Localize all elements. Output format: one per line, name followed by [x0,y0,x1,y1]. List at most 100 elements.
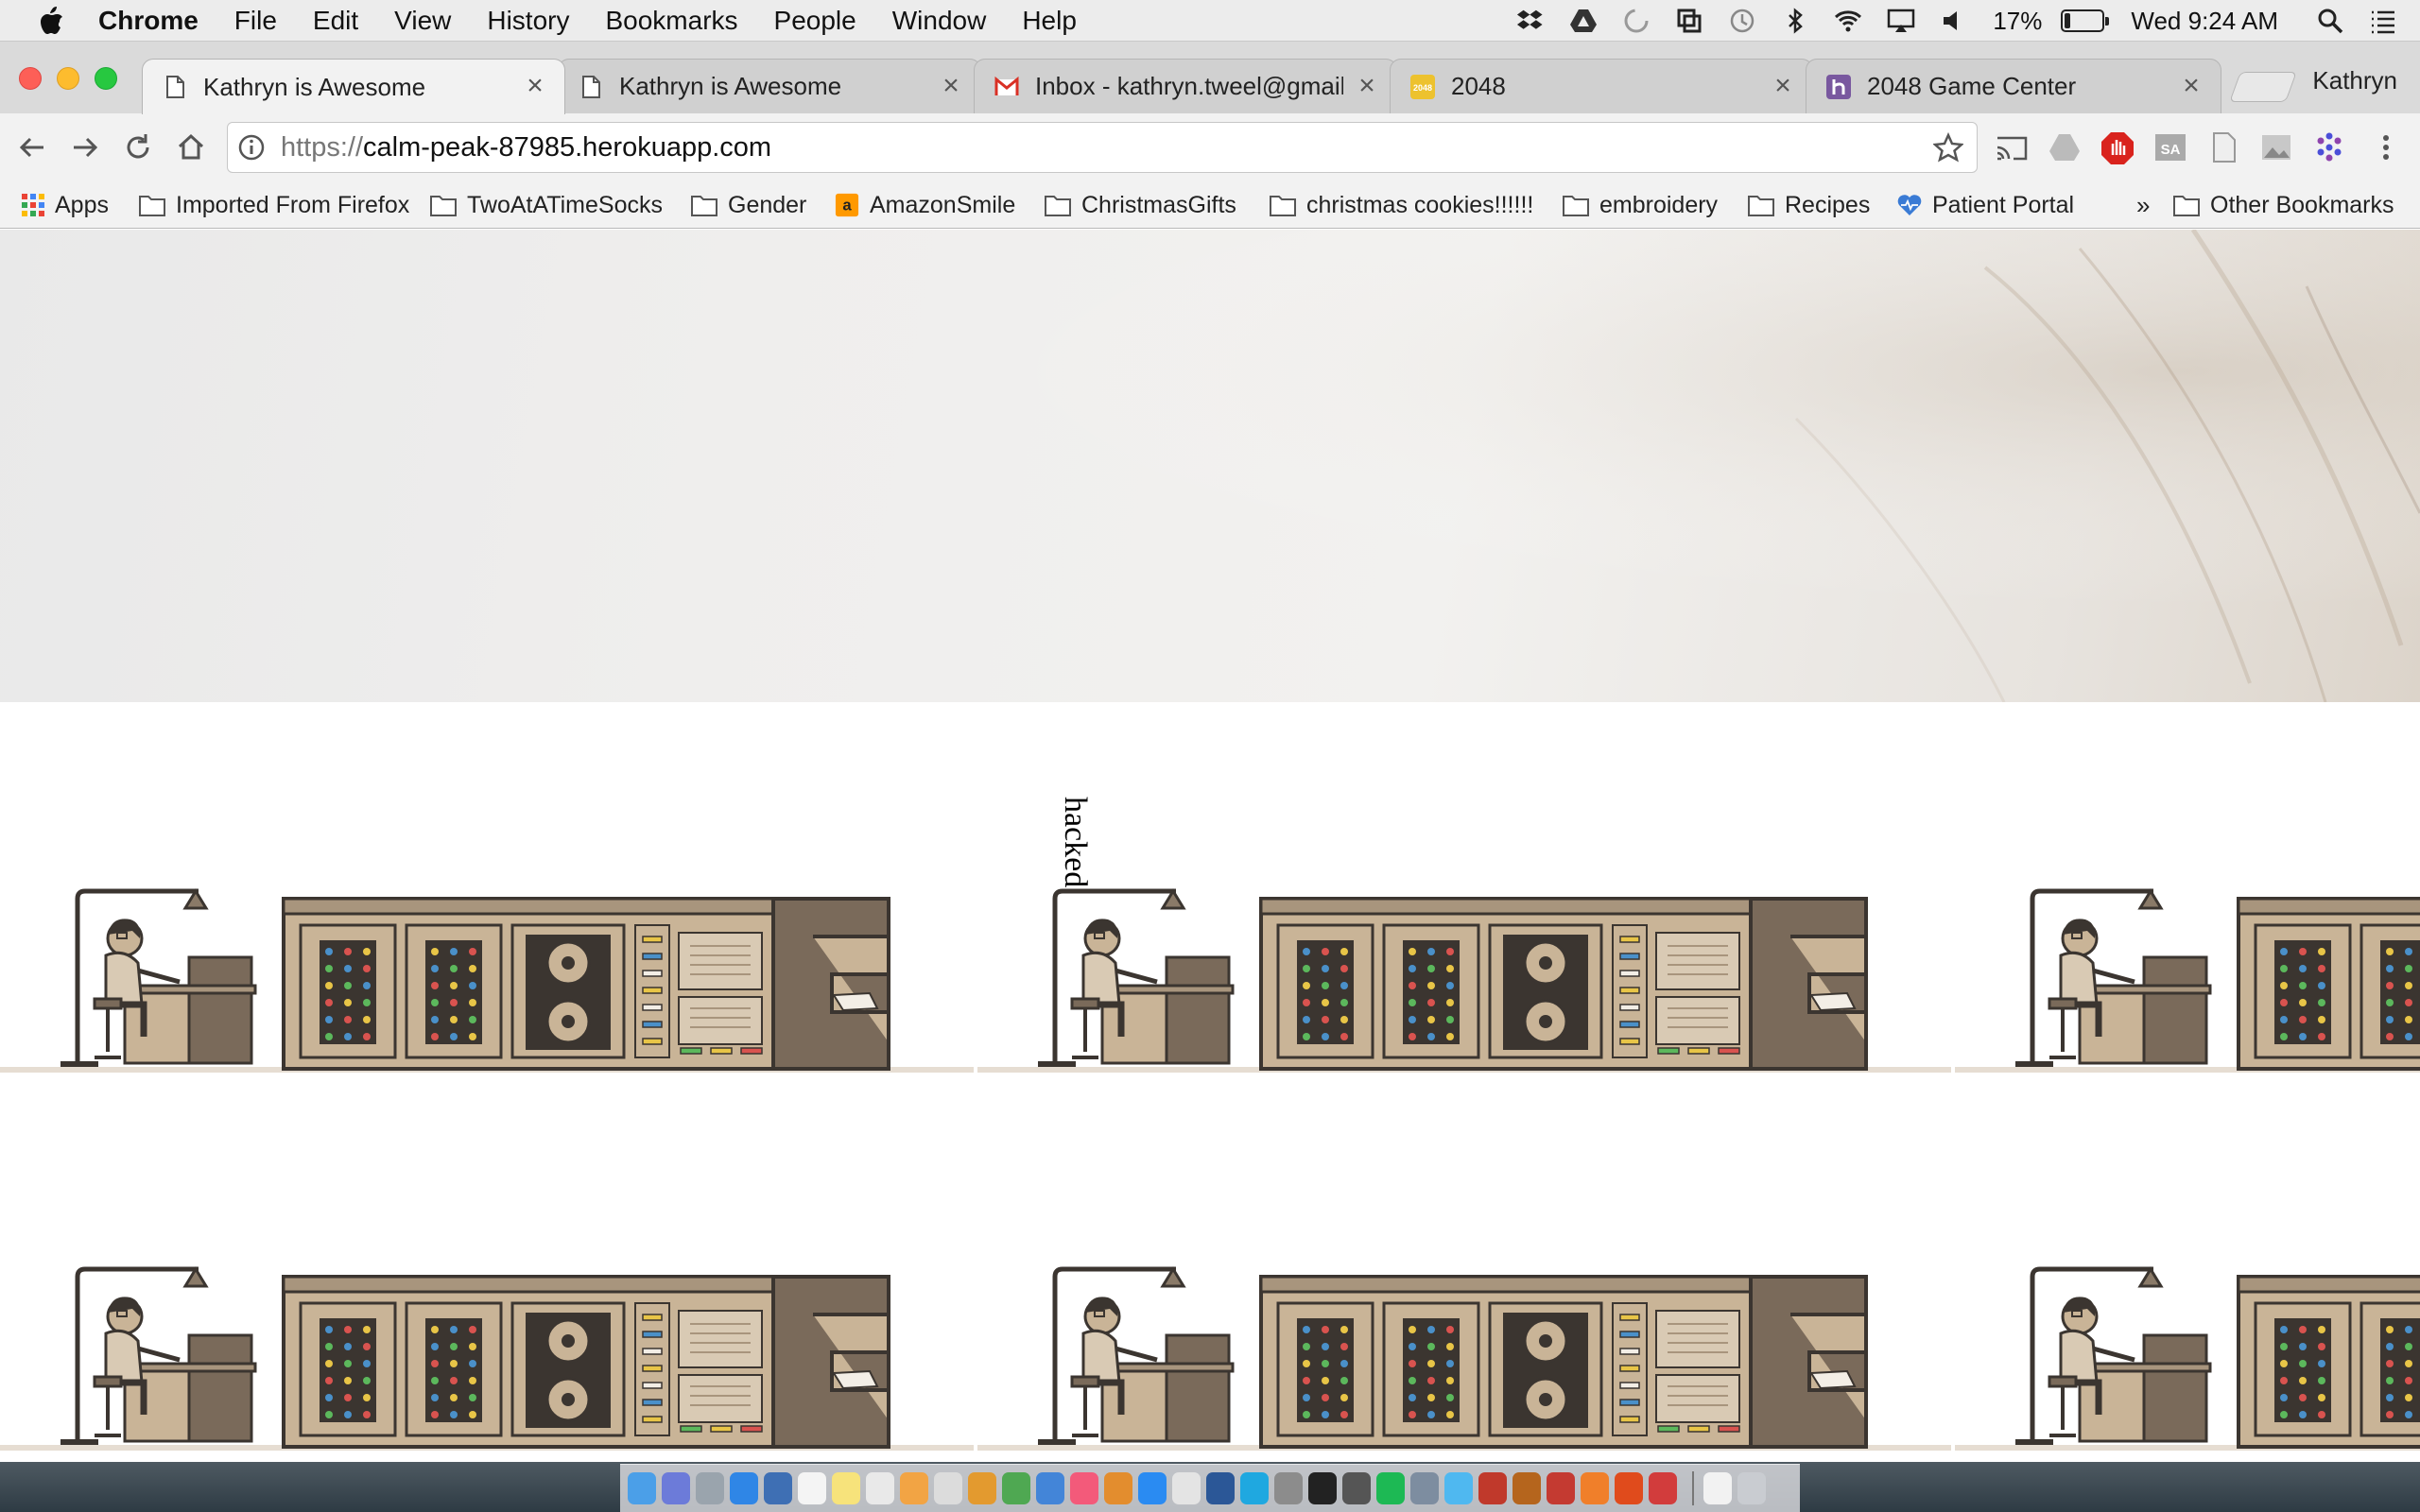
menu-people[interactable]: People [774,6,856,36]
safari-icon[interactable] [730,1472,758,1504]
tab-2048-game-center[interactable]: 2048 Game Center × [1806,59,2221,113]
app-store-icon[interactable] [1138,1472,1167,1504]
menu-help[interactable]: Help [1022,6,1077,36]
menu-history[interactable]: History [487,6,569,36]
tab-gmail-inbox[interactable]: Inbox - kathryn.tweel@gmail.c × [974,59,1397,113]
tab-title: Kathryn is Awesome [619,72,842,100]
photos-icon[interactable] [900,1472,928,1504]
back-arrow-icon[interactable] [13,129,51,166]
photo-booth-icon[interactable] [764,1472,792,1504]
notification-center-icon[interactable] [2369,7,2397,35]
bookmark-folder-recipes[interactable]: Recipes [1747,189,1870,221]
close-tab-icon[interactable]: × [941,71,961,99]
crop-icon[interactable] [1675,7,1703,35]
close-tab-icon[interactable]: × [1357,71,1377,99]
bookmark-folder-christmas-cookies[interactable]: christmas cookies!!!!!! [1269,189,1533,221]
volume-icon[interactable] [1940,7,1968,35]
dots-extension-icon[interactable] [2312,130,2346,164]
app-icon[interactable] [1512,1472,1541,1504]
adblock-extension-icon[interactable] [2100,130,2135,164]
bookmark-folder-other-bookmarks[interactable]: Other Bookmarks [2172,189,2394,221]
forward-arrow-icon[interactable] [66,129,104,166]
bookmark-apps[interactable]: Apps [21,189,109,221]
preview-icon[interactable] [934,1472,962,1504]
document-icon[interactable] [1703,1472,1732,1504]
firefox-icon[interactable] [1581,1472,1609,1504]
site-info-icon[interactable] [237,133,266,162]
menu-edit[interactable]: Edit [313,6,358,36]
app-icon[interactable] [1649,1472,1677,1504]
activity-monitor-icon[interactable] [1342,1472,1371,1504]
dropbox-icon[interactable] [1516,7,1545,35]
menu-bookmarks[interactable]: Bookmarks [605,6,737,36]
zotero-icon[interactable] [1547,1472,1575,1504]
skype-icon[interactable] [1240,1472,1269,1504]
airplay-icon[interactable] [1887,7,1915,35]
popcorn-icon[interactable] [1478,1472,1507,1504]
bookmark-patient-portal[interactable]: Patient Portal [1896,189,2074,221]
reload-icon[interactable] [119,129,157,166]
menu-file[interactable]: File [234,6,277,36]
utility-icon[interactable] [1410,1472,1439,1504]
battery-icon[interactable] [2061,9,2110,32]
numbers-icon[interactable] [1002,1472,1030,1504]
window-zoom-button[interactable] [95,67,117,90]
cast-icon[interactable] [1995,130,2029,164]
word-icon[interactable] [1206,1472,1235,1504]
sa-extension-icon[interactable]: SA [2153,130,2187,164]
menu-app-name[interactable]: Chrome [98,6,199,36]
spotify-icon[interactable] [1376,1472,1405,1504]
bookmark-folder-embroidery[interactable]: embroidery [1562,189,1718,221]
keynote-icon[interactable] [1036,1472,1064,1504]
bookmark-folder-twoatatimesocks[interactable]: TwoAtATimeSocks [429,189,663,221]
document-extension-icon[interactable] [2206,130,2240,164]
spotlight-search-icon[interactable] [2316,7,2344,35]
illustration-tile [0,853,974,1099]
menu-view[interactable]: View [394,6,451,36]
chrome-menu-icon[interactable] [2369,130,2403,164]
image-extension-icon[interactable] [2259,130,2293,164]
bookmark-amazonsmile[interactable]: a AmazonSmile [834,189,1015,221]
flash-icon[interactable] [1615,1472,1643,1504]
bookmark-folder-christmasgifts[interactable]: ChristmasGifts [1044,189,1236,221]
bookmark-folder-imported-from-firefox[interactable]: Imported From Firefox [138,189,409,221]
tab-kathryn-is-awesome[interactable]: Kathryn is Awesome × [558,59,981,113]
sync-icon[interactable] [1622,7,1651,35]
trash-icon[interactable] [1737,1472,1766,1504]
window-close-button[interactable] [19,67,42,90]
system-preferences-icon[interactable] [1274,1472,1303,1504]
reminders-icon[interactable] [866,1472,894,1504]
terminal-icon[interactable] [1308,1472,1337,1504]
new-tab-button[interactable] [2229,72,2297,102]
itunes-icon[interactable] [1070,1472,1098,1504]
bluetooth-icon[interactable] [1781,7,1809,35]
home-icon[interactable] [172,129,210,166]
launchpad-icon[interactable] [696,1472,724,1504]
menu-window[interactable]: Window [892,6,987,36]
time-machine-icon[interactable] [1728,7,1756,35]
address-bar[interactable]: https://calm-peak-87985.herokuapp.com [227,122,1978,173]
bookmark-star-icon[interactable] [1933,132,1963,163]
chrome-icon[interactable] [1172,1472,1201,1504]
calendar-icon[interactable] [798,1472,826,1504]
ibooks-icon[interactable] [1104,1472,1132,1504]
window-minimize-button[interactable] [57,67,79,90]
apple-menu-icon[interactable] [38,6,64,36]
google-drive-extension-icon[interactable] [2048,130,2082,164]
close-tab-icon[interactable]: × [2181,71,2202,99]
close-tab-icon[interactable]: × [525,72,545,100]
bookmarks-overflow-chevron[interactable]: » [2136,189,2150,221]
tab-kathryn-is-awesome-active[interactable]: Kathryn is Awesome × [142,59,565,114]
bookmark-folder-gender[interactable]: Gender [690,189,806,221]
google-drive-icon[interactable] [1569,7,1598,35]
pages-icon[interactable] [968,1472,996,1504]
menubar-clock[interactable]: Wed 9:24 AM [2131,7,2278,36]
profile-button[interactable]: Kathryn [2312,66,2397,95]
tab-2048[interactable]: 2048 2048 × [1390,59,1813,113]
messages-icon[interactable] [1444,1472,1473,1504]
siri-icon[interactable] [662,1472,690,1504]
close-tab-icon[interactable]: × [1772,71,1793,99]
notes-icon[interactable] [832,1472,860,1504]
wifi-icon[interactable] [1834,7,1862,35]
finder-icon[interactable] [628,1472,656,1504]
